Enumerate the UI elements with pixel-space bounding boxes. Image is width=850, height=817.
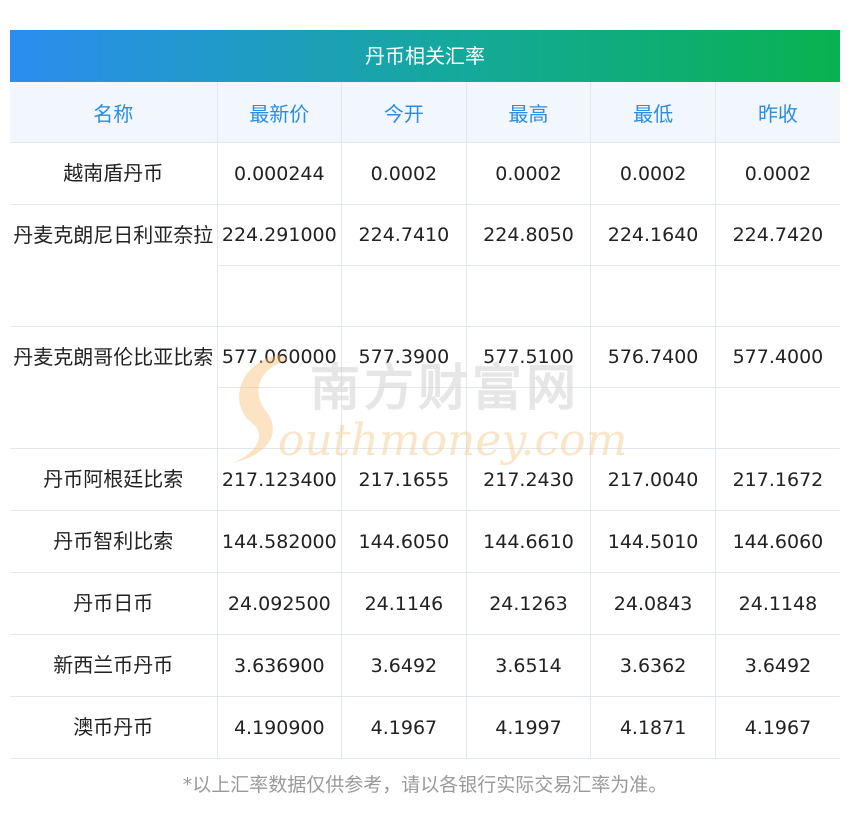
column-header-latest: 最新价	[217, 82, 343, 143]
high-price-value: 224.8050	[466, 205, 591, 266]
high-price-cell: 24.1263	[466, 572, 592, 635]
high-price-cell: 144.6610	[466, 510, 592, 573]
low-price-cell: 217.0040	[590, 448, 716, 511]
currency-pair-name: 丹麦克朗尼日利亚奈拉	[10, 204, 218, 327]
high-price-cell: 224.8050	[466, 204, 592, 327]
prev-close-value: 224.7420	[715, 205, 840, 266]
low-price-cell: 224.1640	[590, 204, 716, 327]
low-price-cell: 144.5010	[590, 510, 716, 573]
latest-price-cell: 3.636900	[217, 634, 343, 697]
prev-close-cell: 577.4000	[715, 326, 840, 449]
column-header-name: 名称	[10, 82, 218, 143]
latest-price-value: 577.060000	[217, 327, 342, 388]
currency-pair-name: 越南盾丹币	[10, 142, 218, 205]
low-price-cell: 0.0002	[590, 142, 716, 205]
table-row: 澳币丹币 4.190900 4.1967 4.1997 4.1871 4.196…	[10, 696, 840, 759]
column-header-low: 最低	[590, 82, 716, 143]
prev-close-cell: 3.6492	[715, 634, 840, 697]
open-price-value: 577.3900	[342, 327, 466, 388]
high-price-value: 577.5100	[466, 327, 591, 388]
open-price-cell: 0.0002	[341, 142, 467, 205]
low-price-value: 224.1640	[591, 205, 715, 266]
table-title-banner: 丹币相关汇率	[10, 30, 840, 82]
latest-price-cell: 217.123400	[217, 448, 343, 511]
prev-close-cell: 24.1148	[715, 572, 840, 635]
high-price-cell: 0.0002	[466, 142, 592, 205]
open-price-cell: 4.1967	[341, 696, 467, 759]
high-price-cell: 4.1997	[466, 696, 592, 759]
table-row: 丹币阿根廷比索 217.123400 217.1655 217.2430 217…	[10, 448, 840, 511]
column-header-open: 今开	[341, 82, 467, 143]
low-price-cell: 4.1871	[590, 696, 716, 759]
prev-close-cell: 217.1672	[715, 448, 840, 511]
high-price-cell: 217.2430	[466, 448, 592, 511]
disclaimer-note: *以上汇率数据仅供参考，请以各银行实际交易汇率为准。	[182, 774, 668, 796]
open-price-cell: 577.3900	[341, 326, 467, 449]
table-row: 越南盾丹币 0.000244 0.0002 0.0002 0.0002 0.00…	[10, 142, 840, 205]
table-row: 丹麦克朗尼日利亚奈拉 224.291000 224.7410 224.8050 …	[10, 204, 840, 327]
open-price-cell: 217.1655	[341, 448, 467, 511]
column-header-prev-close: 昨收	[715, 82, 840, 143]
open-price-cell: 224.7410	[341, 204, 467, 327]
currency-pair-name: 丹币智利比索	[10, 510, 218, 573]
open-price-cell: 24.1146	[341, 572, 467, 635]
high-price-cell: 3.6514	[466, 634, 592, 697]
latest-price-cell: 224.291000	[217, 204, 343, 327]
table-row: 丹币日币 24.092500 24.1146 24.1263 24.0843 2…	[10, 572, 840, 635]
latest-price-cell: 0.000244	[217, 142, 343, 205]
open-price-value: 224.7410	[342, 205, 466, 266]
currency-pair-name: 丹币日币	[10, 572, 218, 635]
table-row: 新西兰币丹币 3.636900 3.6492 3.6514 3.6362 3.6…	[10, 634, 840, 697]
low-price-cell: 24.0843	[590, 572, 716, 635]
rate-card: 丹币相关汇率 名称 最新价 今开 最高 最低 昨收 越南盾丹币 0.000244…	[10, 30, 840, 759]
table-row: 丹币智利比索 144.582000 144.6050 144.6610 144.…	[10, 510, 840, 573]
latest-price-cell: 144.582000	[217, 510, 343, 573]
low-price-cell: 576.7400	[590, 326, 716, 449]
currency-pair-name: 澳币丹币	[10, 696, 218, 759]
exchange-rate-table: 名称 最新价 今开 最高 最低 昨收 越南盾丹币 0.000244 0.0002…	[10, 82, 840, 759]
low-price-value: 576.7400	[591, 327, 715, 388]
latest-price-cell: 577.060000	[217, 326, 343, 449]
currency-pair-name: 丹麦克朗哥伦比亚比索	[10, 326, 218, 449]
open-price-cell: 144.6050	[341, 510, 467, 573]
high-price-cell: 577.5100	[466, 326, 592, 449]
currency-pair-name: 丹币阿根廷比索	[10, 448, 218, 511]
prev-close-cell: 0.0002	[715, 142, 840, 205]
latest-price-cell: 24.092500	[217, 572, 343, 635]
prev-close-cell: 4.1967	[715, 696, 840, 759]
prev-close-cell: 144.6060	[715, 510, 840, 573]
table-header-row: 名称 最新价 今开 最高 最低 昨收	[10, 82, 840, 143]
latest-price-value: 224.291000	[217, 205, 342, 266]
table-row: 丹麦克朗哥伦比亚比索 577.060000 577.3900 577.5100 …	[10, 326, 840, 449]
currency-pair-name: 新西兰币丹币	[10, 634, 218, 697]
low-price-cell: 3.6362	[590, 634, 716, 697]
open-price-cell: 3.6492	[341, 634, 467, 697]
column-header-high: 最高	[466, 82, 592, 143]
prev-close-value: 577.4000	[715, 327, 840, 388]
latest-price-cell: 4.190900	[217, 696, 343, 759]
prev-close-cell: 224.7420	[715, 204, 840, 327]
